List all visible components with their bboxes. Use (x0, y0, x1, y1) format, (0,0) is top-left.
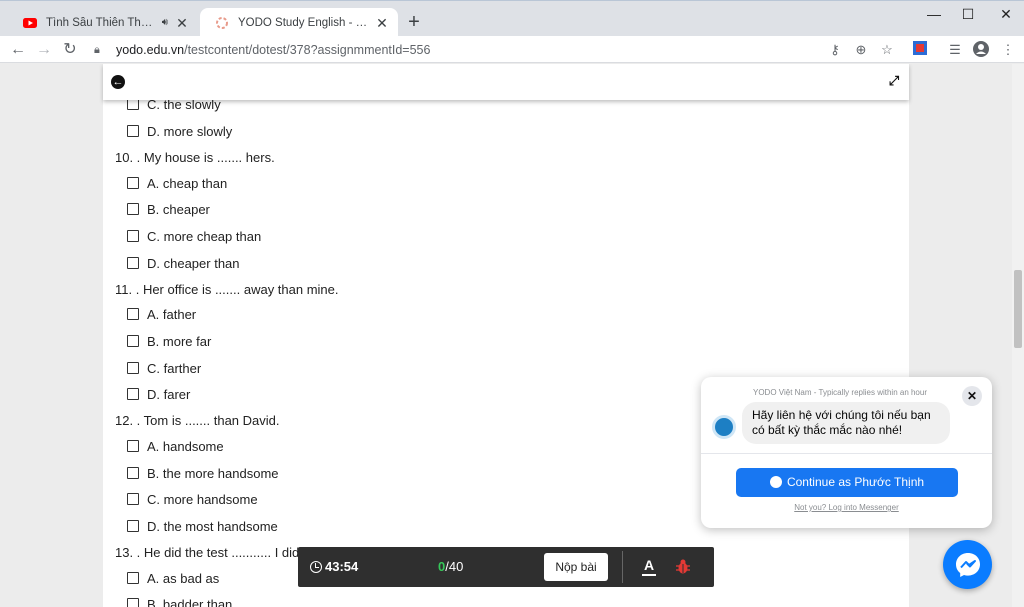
checkbox[interactable] (127, 308, 139, 320)
checkbox[interactable] (127, 257, 139, 269)
continue-label: Continue as Phước Thịnh (786, 475, 925, 489)
checkbox[interactable] (127, 493, 139, 505)
option-item[interactable]: D. cheaper than (127, 253, 240, 273)
key-icon[interactable]: ⚷ (826, 41, 844, 59)
page-scrollbar[interactable] (1012, 64, 1024, 607)
checkbox[interactable] (127, 467, 139, 479)
checkbox[interactable] (127, 572, 139, 584)
url-host: yodo.edu.vn (116, 43, 185, 57)
speaker-icon[interactable]: 🔊︎ (162, 17, 168, 28)
answer-progress: 0/40 (438, 559, 463, 574)
media-queue-icon[interactable]: ☰ (946, 41, 964, 59)
profile-avatar-icon[interactable] (972, 41, 990, 59)
checkbox[interactable] (127, 598, 139, 607)
font-size-icon[interactable]: A (642, 558, 656, 576)
new-tab-button[interactable]: + (402, 11, 426, 35)
close-window-icon[interactable]: ✕ (984, 1, 1024, 29)
timer-value: 43:54 (325, 559, 359, 574)
browser-tab-music[interactable]: Tình Sầu Thiên Thu Muôn Lối 🔊︎ ✕ (8, 8, 198, 37)
messenger-launcher-button[interactable] (943, 540, 992, 589)
extension-icon[interactable] (911, 41, 929, 59)
checkbox[interactable] (127, 362, 139, 374)
clock-icon (310, 560, 322, 573)
checkbox[interactable] (127, 335, 139, 347)
browser-toolbar: ← → ↻ 🔒︎ yodo.edu.vn/testcontent/dotest/… (0, 36, 1024, 63)
browser-tab-yodo[interactable]: YODO Study English - So sánh hơn ✕ (200, 8, 398, 37)
checkbox[interactable] (127, 203, 139, 215)
option-item[interactable]: D. more slowly (127, 121, 232, 141)
option-item[interactable]: D. the most handsome (127, 516, 278, 536)
bug-report-icon[interactable] (676, 559, 690, 574)
checkbox[interactable] (127, 520, 139, 532)
checkbox[interactable] (127, 125, 139, 137)
option-item[interactable]: B. more far (127, 331, 211, 351)
messenger-icon (769, 476, 782, 488)
question-text: 11. . Her office is ....... away than mi… (115, 281, 339, 297)
continue-as-button[interactable]: Continue as Phước Thịnh (736, 468, 958, 497)
close-tab-icon[interactable]: ✕ (174, 15, 190, 31)
option-item[interactable]: A. handsome (127, 436, 224, 456)
bookmark-star-icon[interactable]: ☆ (878, 41, 896, 59)
test-control-bar: 43:54 0/40 Nộp bài A (298, 547, 714, 587)
back-arrow-icon[interactable]: ← (7, 39, 29, 61)
page-reply-meta: YODO Việt Nam - Typically replies within… (753, 388, 927, 397)
tab-title: YODO Study English - So sánh hơn (238, 16, 374, 29)
option-item[interactable]: D. farer (127, 384, 190, 404)
checkbox[interactable] (127, 177, 139, 189)
log-into-messenger-link[interactable]: Not you? Log into Messenger (701, 503, 992, 512)
yodo-icon (214, 15, 230, 31)
divider (622, 551, 623, 583)
option-item[interactable]: A. cheap than (127, 173, 227, 193)
option-item[interactable]: C. farther (127, 358, 201, 378)
tab-title: Tình Sầu Thiên Thu Muôn Lối (46, 16, 158, 29)
submit-button[interactable]: Nộp bài (544, 553, 608, 581)
messenger-icon (955, 552, 980, 577)
question-text: 13. . He did the test ........... I did. (115, 544, 303, 560)
scrollbar-thumb[interactable] (1014, 270, 1022, 348)
greeting-bubble: Hãy liên hệ với chúng tôi nếu bạn có bất… (742, 402, 950, 444)
total-count: /40 (445, 559, 464, 574)
test-topbar: ← ⤢ (103, 64, 909, 100)
option-item[interactable]: A. as bad as (127, 568, 219, 588)
url-path: /testcontent/dotest/378?assignmmentId=55… (184, 43, 431, 57)
question-text: 12. . Tom is ....... than David. (115, 412, 280, 428)
fullscreen-icon[interactable]: ⤢ (887, 74, 901, 88)
question-text: 10. . My house is ....... hers. (115, 149, 275, 165)
option-item[interactable]: C. more cheap than (127, 226, 261, 246)
back-circle-icon[interactable]: ← (111, 75, 125, 89)
menu-kebab-icon[interactable]: ⋮ (999, 41, 1017, 59)
close-icon[interactable]: ✕ (962, 386, 982, 406)
close-tab-icon[interactable]: ✕ (374, 15, 390, 31)
option-item[interactable]: C. more handsome (127, 489, 258, 509)
page-avatar (712, 415, 736, 439)
forward-arrow-icon[interactable]: → (33, 39, 55, 61)
reload-icon[interactable]: ↻ (59, 39, 81, 61)
divider (701, 453, 992, 454)
lock-icon: 🔒︎ (94, 43, 100, 56)
countdown-timer: 43:54 (310, 559, 358, 574)
option-item[interactable]: B. the more handsome (127, 463, 279, 483)
messenger-chat-popup: YODO Việt Nam - Typically replies within… (701, 377, 992, 528)
address-bar[interactable]: 🔒︎ yodo.edu.vn/testcontent/dotest/378?as… (90, 38, 910, 62)
checkbox[interactable] (127, 388, 139, 400)
zoom-icon[interactable]: ⊕ (852, 41, 870, 59)
checkbox[interactable] (127, 440, 139, 452)
option-item[interactable]: A. father (127, 304, 196, 324)
youtube-icon (22, 15, 38, 31)
option-item[interactable]: B. cheaper (127, 199, 210, 219)
browser-tab-strip: Tình Sầu Thiên Thu Muôn Lối 🔊︎ ✕ YODO St… (0, 0, 1024, 37)
checkbox[interactable] (127, 230, 139, 242)
option-item[interactable]: B. badder than (127, 594, 232, 607)
